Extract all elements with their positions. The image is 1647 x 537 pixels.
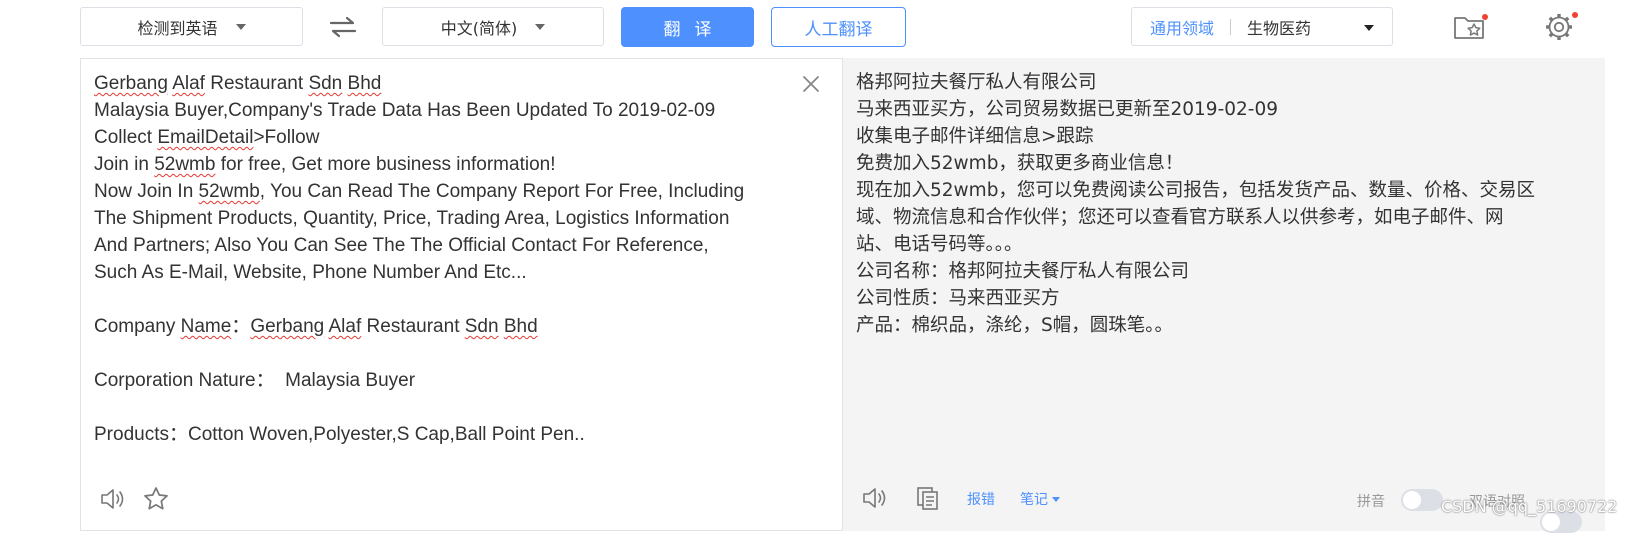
source-line: The Shipment Products, Quantity, Price, … xyxy=(94,208,730,229)
divider xyxy=(1230,18,1232,35)
notification-dot xyxy=(1572,12,1578,18)
notification-dot xyxy=(1482,14,1488,20)
misspelled-word: 52wmb xyxy=(198,181,260,202)
source-language-select[interactable]: 检测到英语 xyxy=(80,7,303,46)
source-line: Now Join In 52wmb, You Can Read The Comp… xyxy=(94,178,794,205)
clear-text-button[interactable] xyxy=(800,73,822,95)
chevron-down-icon xyxy=(1364,25,1374,31)
speaker-icon xyxy=(863,488,886,508)
translation-line: 免费加入52wmb，获取更多商业信息！ xyxy=(856,153,1184,174)
source-line: Collect EmailDetail>Follow xyxy=(94,124,794,151)
text-segment: Now Join In xyxy=(94,181,199,202)
text-segment: >Follow xyxy=(253,127,320,148)
target-language-select[interactable]: 中文(简体) xyxy=(382,7,604,46)
pinyin-toggle[interactable] xyxy=(1401,489,1443,511)
chevron-down-icon xyxy=(235,23,246,30)
copy-button[interactable] xyxy=(913,484,943,512)
translation-line: 马来西亚买方，公司贸易数据已更新至2019-02-09 xyxy=(856,99,1279,120)
source-language-label: 检测到英语 xyxy=(137,18,218,38)
copy-icon xyxy=(917,487,938,510)
human-translate-button[interactable]: 人工翻译 xyxy=(771,7,906,47)
translation-text: 格邦阿拉夫餐厅私人有限公司马来西亚买方，公司贸易数据已更新至2019-02-09… xyxy=(856,69,1591,339)
report-error-link[interactable]: 报错 xyxy=(967,489,995,509)
text-segment: Company xyxy=(94,316,181,337)
source-line xyxy=(94,394,794,421)
translation-line: 产品：棉织品，涤纶，S帽，圆珠笔。。 xyxy=(856,315,1173,336)
misspelled-word: Bhd xyxy=(347,73,382,94)
misspelled-word: Bhd xyxy=(503,316,538,337)
misspelled-word: Sdn xyxy=(308,73,343,94)
text-segment: Join in xyxy=(94,154,155,175)
translation-line: 公司性质：马来西亚买方 xyxy=(856,288,1060,309)
favorite-button[interactable] xyxy=(141,485,171,513)
misspelled-word: Alaf xyxy=(172,73,205,94)
misspelled-word: EmailDetail xyxy=(157,127,254,148)
source-line: Malaysia Buyer,Company's Trade Data Has … xyxy=(94,100,716,121)
source-textarea[interactable]: Gerbang Alaf Restaurant Sdn Bhd Malaysia … xyxy=(94,70,794,448)
text-segment: , You Can Read The Company Report For Fr… xyxy=(259,181,745,202)
text-segment: Restaurant xyxy=(204,73,309,94)
text-segment: Restaurant xyxy=(361,316,465,337)
settings-button[interactable] xyxy=(1542,10,1578,44)
misspelled-word: Sdn xyxy=(464,316,499,337)
domain-general-option[interactable]: 通用领域 xyxy=(1150,15,1214,39)
notes-dropdown[interactable]: 笔记 xyxy=(1020,489,1060,509)
translation-line: 格邦阿拉夫餐厅私人有限公司 xyxy=(856,72,1097,93)
source-speak-button[interactable] xyxy=(99,485,129,513)
source-line: Products：Cotton Woven,Polyester,S Cap,Ba… xyxy=(94,424,585,445)
source-line: And Partners; Also You Can See The The O… xyxy=(94,235,709,256)
misspelled-word: 52wmb xyxy=(154,154,216,175)
translation-line: 域、物流信息和合作伙伴；您还可以查看官方联系人以供参考，如电子邮件、网 xyxy=(856,207,1504,228)
star-icon xyxy=(144,487,168,510)
speaker-icon xyxy=(101,489,124,509)
text-segment: for free, Get more business information! xyxy=(215,154,556,175)
misspelled-word: Gerbang xyxy=(94,73,168,94)
notes-label: 笔记 xyxy=(1020,492,1048,508)
chevron-down-icon xyxy=(535,23,546,30)
close-icon xyxy=(803,76,819,92)
source-line: Company Name：Gerbang Alaf Restaurant Sdn… xyxy=(94,313,794,340)
gear-icon xyxy=(1546,14,1572,40)
domain-selected-option[interactable]: 生物医药 xyxy=(1247,15,1311,39)
domain-select[interactable]: 通用领域 生物医药 xyxy=(1131,7,1393,46)
translation-result-panel: 格邦阿拉夫餐厅私人有限公司马来西亚买方，公司贸易数据已更新至2019-02-09… xyxy=(843,58,1605,533)
text-segment: Collect xyxy=(94,127,158,148)
swap-languages-button[interactable] xyxy=(326,10,360,44)
source-line: Join in 52wmb for free, Get more busines… xyxy=(94,151,794,178)
toggle-knob xyxy=(1403,491,1421,509)
misspelled-word: Name xyxy=(180,316,232,337)
translation-line: 站、电话号码等。。。 xyxy=(856,234,1023,255)
misspelled-word: Gerbang xyxy=(250,316,325,337)
text-segment: ： xyxy=(231,316,251,337)
watermark: CSDN @qq_51690722 xyxy=(1441,497,1618,516)
source-line: Corporation Nature： Malaysia Buyer xyxy=(94,370,416,391)
misspelled-word: Alaf xyxy=(328,316,362,337)
source-line xyxy=(94,340,794,367)
translate-button[interactable]: 翻译 xyxy=(621,7,754,47)
source-line xyxy=(94,286,794,313)
translation-line: 现在加入52wmb，您可以免费阅读公司报告，包括发货产品、数量、价格、交易区 xyxy=(856,180,1535,201)
chevron-down-icon xyxy=(1052,496,1060,502)
pinyin-label: 拼音 xyxy=(1357,494,1385,510)
target-speak-button[interactable] xyxy=(861,484,891,512)
translation-line: 公司名称：格邦阿拉夫餐厅私人有限公司 xyxy=(856,261,1190,282)
source-line: Such As E-Mail, Website, Phone Number An… xyxy=(94,262,527,283)
favorites-folder-button[interactable] xyxy=(1452,10,1488,44)
target-language-label: 中文(简体) xyxy=(440,18,518,38)
swap-icon xyxy=(329,16,357,38)
source-text-panel[interactable]: Gerbang Alaf Restaurant Sdn Bhd Malaysia … xyxy=(80,58,843,531)
translation-line: 收集电子邮件详细信息>跟踪 xyxy=(856,126,1094,147)
source-line: Gerbang Alaf Restaurant Sdn Bhd xyxy=(94,70,794,97)
